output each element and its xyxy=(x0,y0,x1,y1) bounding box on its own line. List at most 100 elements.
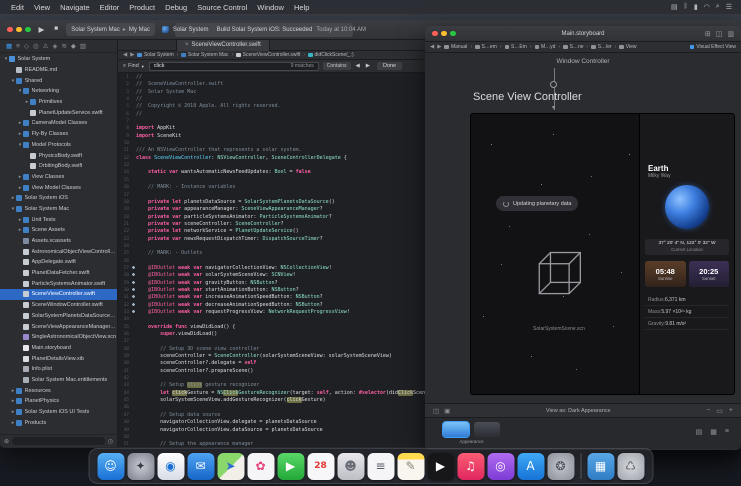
dock-reminders[interactable]: ≡ xyxy=(367,452,394,480)
navigator-row[interactable]: ParticleSystemsAnimator.swift xyxy=(0,278,117,289)
editor-tab[interactable]: × SceneViewController.swift xyxy=(176,39,270,51)
navigator-row[interactable]: Info.plist xyxy=(0,364,117,375)
dock-system-preferences[interactable]: ❂ xyxy=(547,452,574,480)
navigator-row[interactable]: ▸ Primitives xyxy=(0,97,117,108)
test-navigator-icon[interactable]: ◈ xyxy=(52,42,57,50)
navigator-row[interactable]: ▸ Resources xyxy=(0,385,117,396)
next-match-button[interactable]: ▶ xyxy=(365,63,371,69)
navigator-row[interactable]: SolarSystemPlanetsDataSource.swift xyxy=(0,311,117,322)
navigator-row[interactable]: ▸ Solar System iOS UI Tests xyxy=(0,407,117,418)
ib-breadcrumb-item[interactable]: S…ne xyxy=(563,44,584,50)
dock-podcasts[interactable]: ◎ xyxy=(487,452,514,480)
bluetooth-icon[interactable]: ᛒ xyxy=(681,3,691,11)
find-done-button[interactable]: Done xyxy=(376,62,403,70)
ib-forward-button[interactable]: ▶ xyxy=(437,44,441,50)
editor-mode-icon[interactable]: ◫ xyxy=(716,30,723,38)
symbol-navigator-icon[interactable]: ◇ xyxy=(24,42,29,50)
light-appearance-swatch[interactable] xyxy=(442,421,470,438)
dock-downloads-folder[interactable]: ▦ xyxy=(587,452,614,480)
breadcrumb-item[interactable]: SceneViewController.swift xyxy=(236,52,300,58)
window-controller-title[interactable]: Window Controller xyxy=(425,58,741,65)
navigator-row[interactable]: ▸ View Classes xyxy=(0,172,117,183)
activity-viewer[interactable]: Solar System Build Solar System iOS: Suc… xyxy=(161,22,366,37)
zoom-fit-button[interactable]: ▭ xyxy=(716,407,723,415)
navigator-row[interactable]: AstronomicalObjectViewController.swift xyxy=(0,246,117,257)
navigator-row[interactable]: SceneViewController.swift xyxy=(0,289,117,300)
menu-navigate[interactable]: Navigate xyxy=(55,3,95,12)
report-navigator-icon[interactable]: ▥ xyxy=(80,42,86,50)
ib-minimize-button[interactable] xyxy=(441,30,447,37)
navigator-row[interactable]: Solar System Mac.entitlements xyxy=(0,375,117,386)
project-navigator-icon[interactable]: ▦ xyxy=(6,42,12,50)
stop-button[interactable]: ■ xyxy=(52,26,60,33)
breadcrumb-item[interactable]: didClickScene(_:) xyxy=(308,52,354,58)
dock-maps[interactable]: ➤ xyxy=(217,452,244,480)
dark-appearance-swatch[interactable] xyxy=(474,422,500,437)
ib-tab-main-storyboard[interactable]: Main.storyboard xyxy=(561,31,604,37)
navigator-row[interactable]: ▸ Unit Tests xyxy=(0,214,117,225)
scheme-selector[interactable]: Solar System Mac ▸ My Mac xyxy=(66,23,155,36)
navigator-row[interactable]: SingleAstronomicalObjectView.scn xyxy=(0,332,117,343)
dock-finder[interactable]: ☺ xyxy=(97,452,124,480)
navigator-row[interactable]: PlanetUpdateService.swift xyxy=(0,107,117,118)
storyboard-canvas[interactable]: Window Controller ▼ Scene View Controlle… xyxy=(425,53,741,403)
navigator-row[interactable]: PlanetDataFetcher.swift xyxy=(0,268,117,279)
ib-breadcrumb-item[interactable]: View xyxy=(619,44,637,50)
ib-breadcrumb-item[interactable]: S…ler xyxy=(591,44,612,50)
dock-photos[interactable]: ✿ xyxy=(247,452,274,480)
dock-safari[interactable]: ◉ xyxy=(157,452,184,480)
navigator-row[interactable]: OrbitingBody.swift xyxy=(0,161,117,172)
navigator-row[interactable]: Main.storyboard xyxy=(0,343,117,354)
previous-match-button[interactable]: ◀ xyxy=(355,63,361,69)
dock-contacts[interactable]: ☻ xyxy=(337,452,364,480)
navigator-row[interactable]: ▾ Shared xyxy=(0,75,117,86)
ib-back-button[interactable]: ◀ xyxy=(430,44,434,50)
dock-notes[interactable]: ✎ xyxy=(397,452,424,480)
ib-breadcrumb-item[interactable]: S…em xyxy=(475,44,497,50)
navigator-row[interactable]: ▾ Model Protocols xyxy=(0,140,117,151)
display-icon[interactable]: ▤ xyxy=(668,3,681,11)
navigator-row[interactable]: ▸ PlanetPhysics xyxy=(0,396,117,407)
back-button[interactable]: ◀ xyxy=(123,52,127,58)
dock-app-store[interactable]: A xyxy=(517,452,544,480)
breadcrumb-item[interactable]: Solar System xyxy=(137,52,174,58)
find-navigator-icon[interactable]: ◎ xyxy=(33,42,39,50)
navigator-row[interactable]: AppDelegate.swift xyxy=(0,257,117,268)
navigator-row[interactable]: ▾ Solar System Mac xyxy=(0,204,117,215)
find-contains-option[interactable]: Contains xyxy=(322,62,351,70)
find-mode-dropdown[interactable]: ⌕ Find ▼ xyxy=(123,63,145,70)
menu-debug[interactable]: Debug xyxy=(160,3,192,12)
breadcrumb-item[interactable]: Solar System Mac xyxy=(181,52,228,58)
view-as-control[interactable]: View as: Dark Appearance xyxy=(450,408,706,414)
dock-trash[interactable]: ♺ xyxy=(617,452,644,480)
grid-view-icon[interactable]: ▤ xyxy=(696,428,703,436)
menu-product[interactable]: Product xyxy=(124,3,160,12)
navigator-row[interactable]: ▸ Products xyxy=(0,417,117,428)
list-view-icon[interactable]: ≡ xyxy=(725,428,729,436)
dock-tv[interactable]: ▶ xyxy=(427,452,454,480)
ib-breadcrumb-item[interactable]: S…Em xyxy=(504,44,527,50)
icon-view-icon[interactable]: ▦ xyxy=(710,428,717,436)
ib-zoom-button[interactable] xyxy=(450,30,456,37)
scene-title[interactable]: Scene View Controller xyxy=(473,91,582,103)
navigator-row[interactable]: SceneViewAppearanceManager.swift xyxy=(0,321,117,332)
library-icon[interactable]: ⊞ xyxy=(705,30,711,38)
navigator-row[interactable]: ▸ Solar System iOS xyxy=(0,193,117,204)
ib-breadcrumb-item[interactable]: M…yd xyxy=(534,44,555,50)
search-icon[interactable]: ⌕ xyxy=(713,3,723,11)
navigator-row[interactable]: README.md xyxy=(0,65,117,76)
minimize-button[interactable] xyxy=(16,26,22,33)
navigator-row[interactable]: PhysicsBody.swift xyxy=(0,150,117,161)
dock-facetime[interactable]: ▶ xyxy=(277,452,304,480)
ib-breadcrumb-item[interactable]: Manual xyxy=(444,44,467,50)
tab-close-icon[interactable]: × xyxy=(185,42,189,48)
filter-options-icon[interactable]: ◷ xyxy=(108,438,113,445)
dock-mail[interactable]: ✉ xyxy=(187,452,214,480)
navigator-row[interactable]: SceneWindowController.swift xyxy=(0,300,117,311)
issue-navigator-icon[interactable]: ⚠ xyxy=(43,42,49,50)
find-input[interactable]: click 9 matches xyxy=(148,61,319,71)
dock-launchpad[interactable]: ✦ xyxy=(127,452,154,480)
scene-view-controller-preview[interactable]: Updating planetary data SolarSystemScene… xyxy=(470,113,735,395)
zoom-out-button[interactable]: − xyxy=(706,407,710,415)
menu-view[interactable]: View xyxy=(29,3,55,12)
